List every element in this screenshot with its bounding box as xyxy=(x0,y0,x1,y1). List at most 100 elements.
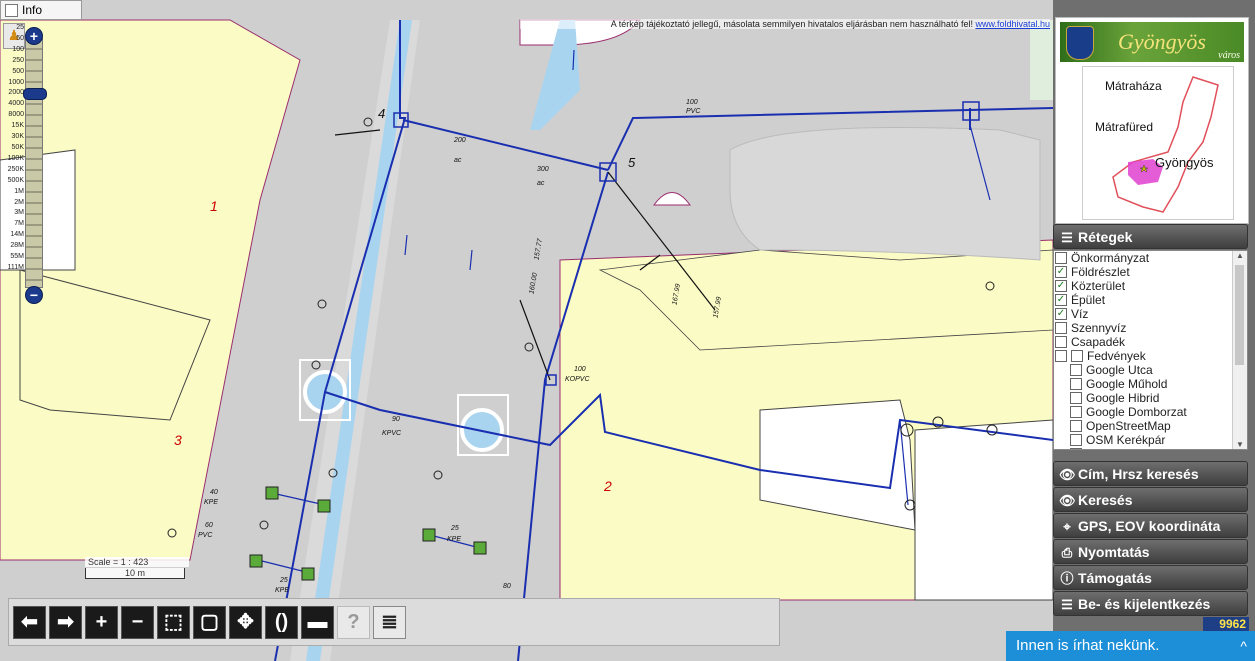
layer-item[interactable]: Google Műhold xyxy=(1054,377,1247,391)
zoom-level-label[interactable]: 100 xyxy=(0,45,24,56)
layer-item[interactable]: OSM Világtérkép xyxy=(1054,447,1247,449)
layer-item[interactable]: Fedvények xyxy=(1054,349,1247,363)
parcel-number: 1 xyxy=(210,198,218,214)
layer-checkbox[interactable] xyxy=(1055,252,1067,264)
overview-minimap[interactable]: Mátraháza Mátrafüred Gyöngyös xyxy=(1082,66,1234,220)
full-extent-icon[interactable]: ▢ xyxy=(193,606,226,639)
pipe-label: 60 xyxy=(205,522,213,529)
section-4[interactable]: ⓘ Támogatás xyxy=(1053,565,1248,590)
measure-ruler-icon[interactable]: ▬ xyxy=(301,606,334,639)
forward-arrow-icon[interactable]: ➡ xyxy=(49,606,82,639)
section-1[interactable]: 👁 Keresés xyxy=(1053,487,1248,512)
layer-checkbox[interactable] xyxy=(1070,434,1082,446)
pipe-label: 100 xyxy=(574,366,586,373)
help-icon[interactable]: ? xyxy=(337,606,370,639)
zoom-level-label[interactable]: 7M xyxy=(0,219,24,230)
zoom-out-icon[interactable]: − xyxy=(121,606,154,639)
zoom-level-label[interactable]: 14M xyxy=(0,230,24,241)
layer-checkbox[interactable] xyxy=(1070,378,1082,390)
layers-scrollbar[interactable]: ▲ ▼ xyxy=(1232,251,1247,449)
layer-item[interactable]: ✓ Víz xyxy=(1054,307,1247,321)
scroll-thumb[interactable] xyxy=(1235,265,1244,365)
layer-item[interactable]: Szennyvíz xyxy=(1054,321,1247,335)
document-icon[interactable]: ≣ xyxy=(373,606,406,639)
disclaimer: A térkép tájékoztató jellegű, másolata s… xyxy=(520,19,1050,29)
layer-item[interactable]: Google Utca xyxy=(1054,363,1247,377)
layer-checkbox[interactable] xyxy=(1055,322,1067,334)
section-0[interactable]: 👁 Cím, Hrsz keresés xyxy=(1053,461,1248,486)
layer-checkbox[interactable]: ✓ xyxy=(1055,280,1067,292)
info-checkbox[interactable] xyxy=(5,3,18,17)
layer-item[interactable]: Google Domborzat xyxy=(1054,405,1247,419)
refresh-icon[interactable]: () xyxy=(265,606,298,639)
layer-checkbox[interactable]: ✓ xyxy=(1055,308,1067,320)
chevron-up-icon[interactable]: ^ xyxy=(1240,631,1247,661)
layer-item[interactable]: OpenStreetMap xyxy=(1054,419,1247,433)
layer-group-checkbox[interactable] xyxy=(1055,350,1067,362)
zoom-level-label[interactable]: 2000 xyxy=(0,88,24,99)
zoom-level-label[interactable]: 28M xyxy=(0,241,24,252)
parcel-number: 3 xyxy=(174,432,182,448)
layer-checkbox[interactable] xyxy=(1070,448,1082,449)
zoom-in-button[interactable]: + xyxy=(25,27,43,45)
zoom-level-label[interactable]: 100K xyxy=(0,154,24,165)
zoom-level-label[interactable]: 4000 xyxy=(0,99,24,110)
info-toggle[interactable]: Info xyxy=(0,0,82,20)
layer-item[interactable]: Google Hibrid xyxy=(1054,391,1247,405)
zoom-slider-handle[interactable] xyxy=(23,88,47,100)
layer-checkbox[interactable] xyxy=(1070,364,1082,376)
layer-checkbox[interactable] xyxy=(1070,420,1082,432)
layers-header[interactable]: ☰ Rétegek xyxy=(1053,224,1248,249)
chat-widget[interactable]: Innen is írhat nekünk. ^ xyxy=(1006,631,1255,661)
layer-item[interactable]: ✓ Földrészlet xyxy=(1054,265,1247,279)
layer-item[interactable]: OSM Kerékpár xyxy=(1054,433,1247,447)
zoom-level-label[interactable]: 15K xyxy=(0,121,24,132)
zoom-level-label[interactable]: 500K xyxy=(0,176,24,187)
layer-checkbox[interactable]: ✓ xyxy=(1055,266,1067,278)
back-arrow-icon[interactable]: ⬅ xyxy=(13,606,46,639)
section-2[interactable]: ⌖ GPS, EOV koordináta xyxy=(1053,513,1248,538)
layer-checkbox[interactable]: ✓ xyxy=(1055,294,1067,306)
layer-label: Víz xyxy=(1071,307,1089,321)
zoom-level-label[interactable]: 50K xyxy=(0,143,24,154)
layers-list: Önkormányzat ✓ Földrészlet ✓ Közterület ✓ Épül… xyxy=(1053,250,1248,450)
scroll-up-icon[interactable]: ▲ xyxy=(1233,251,1247,260)
info-icon: ⓘ xyxy=(1060,571,1074,586)
zoom-level-label[interactable]: 25 xyxy=(0,23,24,34)
pipe-label: 40 xyxy=(210,489,218,496)
scroll-down-icon[interactable]: ▼ xyxy=(1233,440,1247,449)
layer-item[interactable]: Csapadék xyxy=(1054,335,1247,349)
zoom-level-label[interactable]: 500 xyxy=(0,67,24,78)
zoom-out-button[interactable]: − xyxy=(25,286,43,304)
zoom-in-icon[interactable]: + xyxy=(85,606,118,639)
zoom-level-label[interactable]: 1M xyxy=(0,187,24,198)
section-label: GPS, EOV koordináta xyxy=(1078,518,1221,534)
layer-checkbox[interactable] xyxy=(1055,336,1067,348)
zoom-level-label[interactable]: 250 xyxy=(0,56,24,67)
layer-item[interactable]: ✓ Közterület xyxy=(1054,279,1247,293)
zoom-level-label[interactable]: 30K xyxy=(0,132,24,143)
layers-icon: ☰ xyxy=(1061,230,1073,245)
pan-icon[interactable]: ✥ xyxy=(229,606,262,639)
section-5[interactable]: ☰ Be- és kijelentkezés xyxy=(1053,591,1248,616)
map-canvas[interactable]: Info ♟ 25 50 100 250 500 1000 2000 4000 8000 15K 3… xyxy=(0,0,1053,661)
zoom-level-label[interactable]: 50 xyxy=(0,34,24,45)
zoom-level-label[interactable]: 55M xyxy=(0,252,24,263)
foldhivatal-link[interactable]: www.foldhivatal.hu xyxy=(975,19,1050,29)
zoom-slider-track[interactable] xyxy=(25,38,43,288)
zoom-level-label[interactable]: 111M xyxy=(0,263,24,274)
zoom-box-icon[interactable]: ⬚ xyxy=(157,606,190,639)
zoom-level-label[interactable]: 250K xyxy=(0,165,24,176)
zoom-level-label[interactable]: 2M xyxy=(0,198,24,209)
layer-checkbox[interactable] xyxy=(1070,392,1082,404)
layer-checkbox[interactable] xyxy=(1071,350,1083,362)
layer-item[interactable]: Önkormányzat xyxy=(1054,251,1247,265)
zoom-level-label[interactable]: 3M xyxy=(0,208,24,219)
zoom-level-label[interactable]: 8000 xyxy=(0,110,24,121)
layer-item[interactable]: ✓ Épület xyxy=(1054,293,1247,307)
zoom-level-label[interactable]: 1000 xyxy=(0,78,24,89)
layer-checkbox[interactable] xyxy=(1070,406,1082,418)
pipe-label: 25 xyxy=(451,525,459,532)
section-3[interactable]: ⎙ Nyomtatás xyxy=(1053,539,1248,564)
layer-label: Épület xyxy=(1071,293,1106,307)
